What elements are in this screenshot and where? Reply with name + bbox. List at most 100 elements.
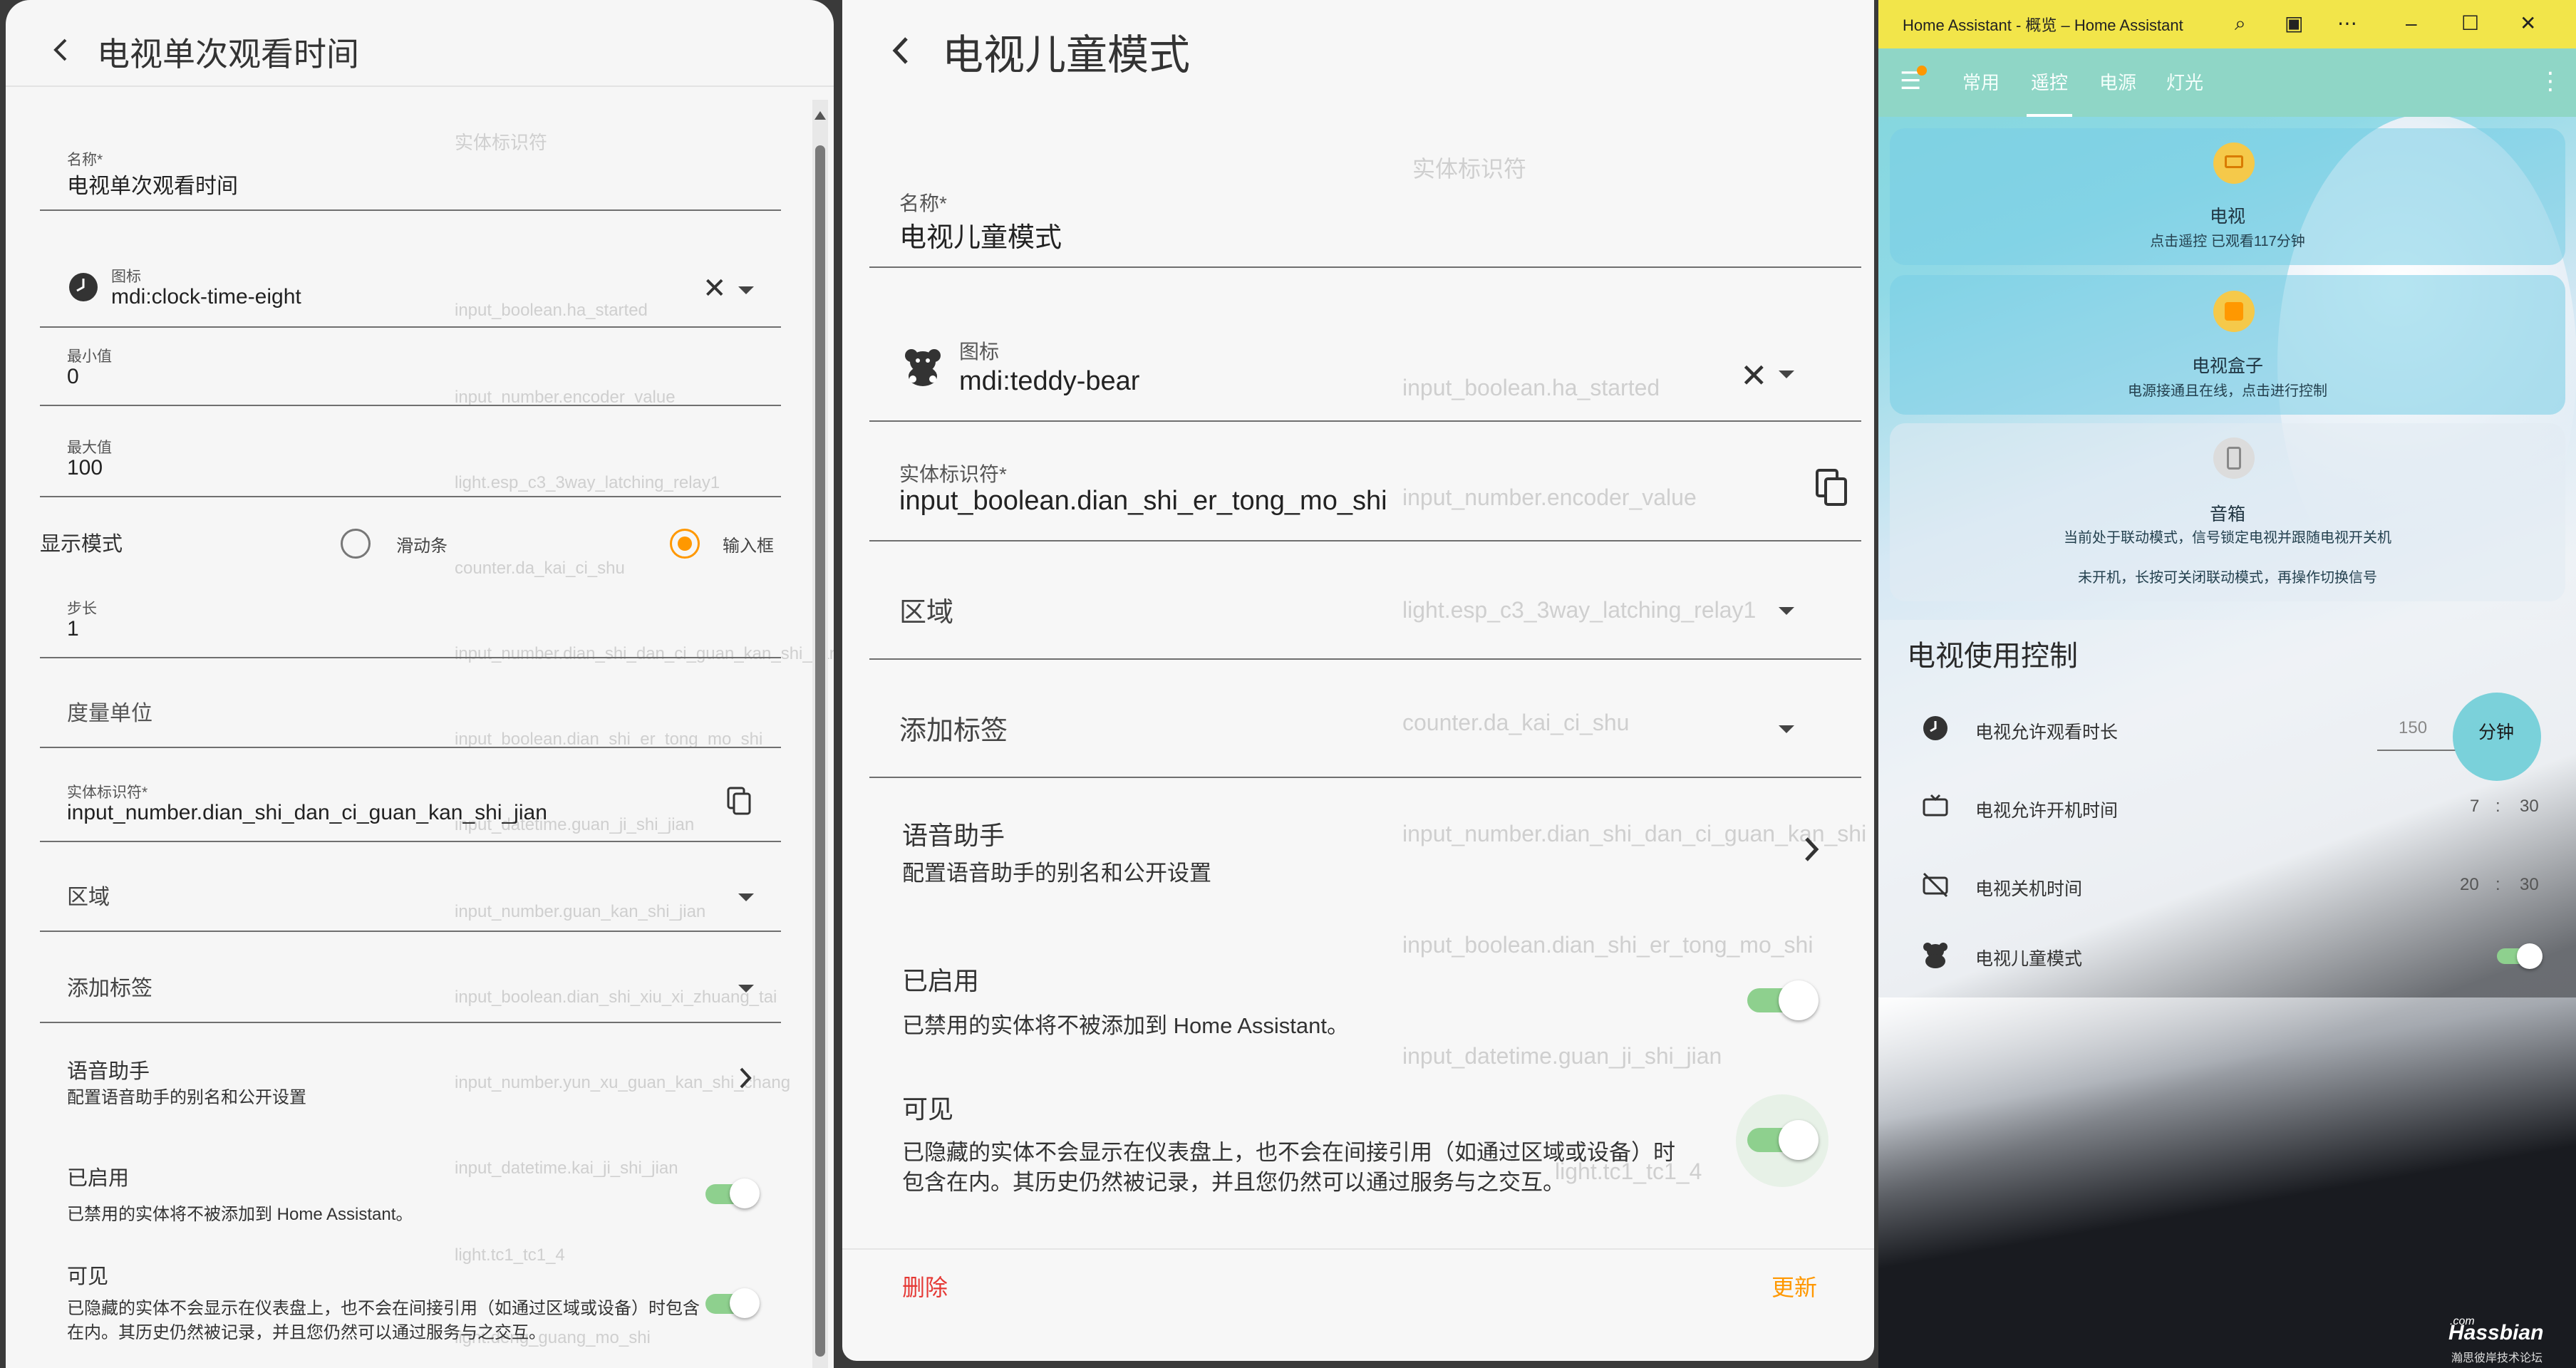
- entity-id-label: 实体标识符*: [67, 784, 148, 801]
- voice-assistant-row[interactable]: 语音助手 配置语音助手的别名和公开设置: [869, 804, 1861, 896]
- copy-icon[interactable]: [727, 787, 752, 817]
- chevron-down-icon[interactable]: [1779, 607, 1794, 615]
- min-field[interactable]: 最小值 0: [40, 335, 781, 406]
- close-icon[interactable]: ✕: [2520, 11, 2536, 36]
- icon-input[interactable]: mdi:clock-time-eight: [111, 285, 301, 309]
- icon-field[interactable]: 图标 mdi:clock-time-eight ✕: [40, 251, 781, 328]
- tv-box-icon: [2213, 291, 2255, 332]
- row-label: 电视儿童模式: [1975, 949, 2083, 969]
- chevron-down-icon[interactable]: [1779, 370, 1794, 378]
- visible-subtitle: 已隐藏的实体不会显示在仪表盘上，也不会在间接引用（如通过区域或设备）时包含在内。…: [67, 1299, 700, 1342]
- maximize-icon[interactable]: ☐: [2461, 11, 2479, 36]
- tags-field[interactable]: 添加标签: [40, 952, 781, 1023]
- icon-input[interactable]: mdi:teddy-bear: [959, 366, 1139, 397]
- kids-mode-toggle[interactable]: [2497, 943, 2543, 969]
- tab-common[interactable]: 常用: [1962, 68, 2000, 95]
- visible-toggle[interactable]: [1747, 1120, 1819, 1160]
- row-label: 电视允许开机时间: [1975, 801, 2119, 821]
- icon-field[interactable]: 图标 mdi:teddy-bear ✕: [869, 318, 1861, 422]
- card-state: 当前处于联动模式，信号锁定电视并跟随电视开关机: [2064, 530, 2391, 546]
- tv-clock-icon: [1923, 794, 1948, 817]
- enabled-toggle[interactable]: [705, 1178, 760, 1210]
- name-field[interactable]: 名称* 电视儿童模式: [869, 171, 1861, 268]
- voice-title: 语音助手: [67, 1060, 150, 1083]
- more-icon[interactable]: ⋯: [2337, 11, 2357, 36]
- step-input[interactable]: 1: [67, 617, 79, 641]
- min-input[interactable]: 0: [67, 365, 79, 389]
- chevron-down-icon[interactable]: [738, 286, 754, 294]
- chevron-down-icon[interactable]: [738, 985, 754, 993]
- off-time-row: 电视关机时间 20 : 30: [1878, 856, 2576, 913]
- max-field[interactable]: 最大值 100: [40, 426, 781, 497]
- icon-label: 图标: [959, 341, 1000, 363]
- minimize-icon[interactable]: –: [2406, 11, 2417, 36]
- back-arrow-icon[interactable]: [888, 34, 914, 67]
- max-input[interactable]: 100: [67, 456, 103, 480]
- tags-field[interactable]: 添加标签: [869, 688, 1861, 778]
- minute-input[interactable]: 30: [2520, 875, 2539, 895]
- voice-assistant-row[interactable]: 语音助手 配置语音助手的别名和公开设置: [40, 1043, 781, 1121]
- unit-field[interactable]: 度量单位: [40, 677, 781, 748]
- area-field[interactable]: 区域: [40, 861, 781, 932]
- entity-id-field[interactable]: 实体标识符* input_number.dian_shi_dan_ci_guan…: [40, 771, 781, 842]
- divider: [6, 86, 834, 87]
- visible-row: 可见 已隐藏的实体不会显示在仪表盘上，也不会在间接引用（如通过区域或设备）时 包…: [869, 1080, 1861, 1201]
- step-field[interactable]: 步长 1: [40, 587, 781, 658]
- radio-input-box[interactable]: [670, 529, 700, 559]
- unit-label: 分钟: [2478, 722, 2515, 742]
- divider: [842, 1248, 1874, 1250]
- radio-slider[interactable]: [341, 529, 371, 559]
- window-titlebar: Home Assistant - 概览 – Home Assistant ⌕ ▣…: [1878, 0, 2576, 48]
- tags-label: 添加标签: [67, 977, 152, 1000]
- enabled-subtitle: 已禁用的实体将不被添加到 Home Assistant。: [902, 1013, 1349, 1038]
- clear-icon[interactable]: ✕: [1740, 356, 1768, 395]
- area-field[interactable]: 区域: [869, 570, 1861, 660]
- entity-id-field[interactable]: 实体标识符* input_boolean.dian_shi_er_tong_mo…: [869, 447, 1861, 542]
- clock-icon: [69, 273, 98, 301]
- dialog-title: 电视儿童模式: [942, 32, 1191, 78]
- min-label: 最小值: [67, 348, 112, 365]
- copy-icon[interactable]: [1816, 469, 1848, 507]
- hour-input[interactable]: 20: [2460, 875, 2479, 895]
- speaker-card[interactable]: 音箱 当前处于联动模式，信号锁定电视并跟随电视开关机 未开机，长按可关闭联动模式…: [1890, 423, 2565, 601]
- hour-input[interactable]: 7: [2470, 797, 2479, 817]
- voice-subtitle: 配置语音助手的别名和公开设置: [902, 861, 1211, 886]
- scrollbar[interactable]: [812, 100, 828, 1368]
- chevron-down-icon[interactable]: [1779, 725, 1794, 733]
- delete-button[interactable]: 删除: [902, 1270, 948, 1302]
- tab-remote[interactable]: 遥控: [2026, 68, 2073, 117]
- row-label: 电视允许观看时长: [1975, 722, 2119, 742]
- name-field[interactable]: 名称* 电视单次观看时间: [40, 135, 781, 211]
- area-label: 区域: [899, 598, 954, 628]
- chevron-right-icon: [1805, 837, 1819, 861]
- tab-power[interactable]: 电源: [2099, 68, 2136, 95]
- enabled-toggle[interactable]: [1747, 980, 1819, 1020]
- tv-box-card[interactable]: 电视盒子 电源接通且在线，点击进行控制: [1890, 275, 2565, 415]
- clear-icon[interactable]: ✕: [703, 272, 727, 305]
- name-input[interactable]: 电视单次观看时间: [67, 168, 238, 200]
- visible-row: 可见 已隐藏的实体不会显示在仪表盘上，也不会在间接引用（如通过区域或设备）时包含…: [40, 1253, 781, 1367]
- name-input[interactable]: 电视儿童模式: [899, 215, 1062, 254]
- update-button[interactable]: 更新: [1771, 1270, 1817, 1302]
- entity-id-input[interactable]: input_number.dian_shi_dan_ci_guan_kan_sh…: [67, 801, 547, 825]
- time-separator: :: [2495, 875, 2500, 894]
- app-icon[interactable]: ▣: [2285, 11, 2303, 36]
- minute-input[interactable]: 30: [2520, 797, 2539, 817]
- scroll-up-icon[interactable]: [814, 111, 826, 120]
- overflow-menu-icon[interactable]: ⋮: [2538, 67, 2562, 95]
- tv-card[interactable]: 电视 点击遥控 已观看117分钟: [1890, 128, 2565, 265]
- visible-subtitle-line2: 包含在内。其历史仍然被记录，并且您仍然可以通过服务与之交互。: [902, 1170, 1565, 1195]
- voice-title: 语音助手: [902, 821, 1005, 850]
- watch-duration-input[interactable]: 150: [2399, 718, 2427, 738]
- entity-id-input[interactable]: input_boolean.dian_shi_er_tong_mo_shi: [899, 486, 1387, 517]
- back-arrow-icon[interactable]: [50, 36, 71, 64]
- chevron-down-icon[interactable]: [738, 893, 754, 901]
- scrollbar-thumb[interactable]: [815, 145, 825, 1357]
- speaker-icon: [2213, 437, 2255, 479]
- visible-toggle[interactable]: [705, 1288, 760, 1320]
- max-label: 最大值: [67, 440, 112, 456]
- enabled-subtitle: 已禁用的实体将不被添加到 Home Assistant。: [67, 1205, 413, 1224]
- tab-lights[interactable]: 灯光: [2166, 68, 2203, 95]
- entity-settings-dialog-number: 电视单次观看时间 实体标识符 input_boolean.ha_started …: [6, 0, 834, 1368]
- zoom-icon[interactable]: ⌕: [2235, 11, 2246, 36]
